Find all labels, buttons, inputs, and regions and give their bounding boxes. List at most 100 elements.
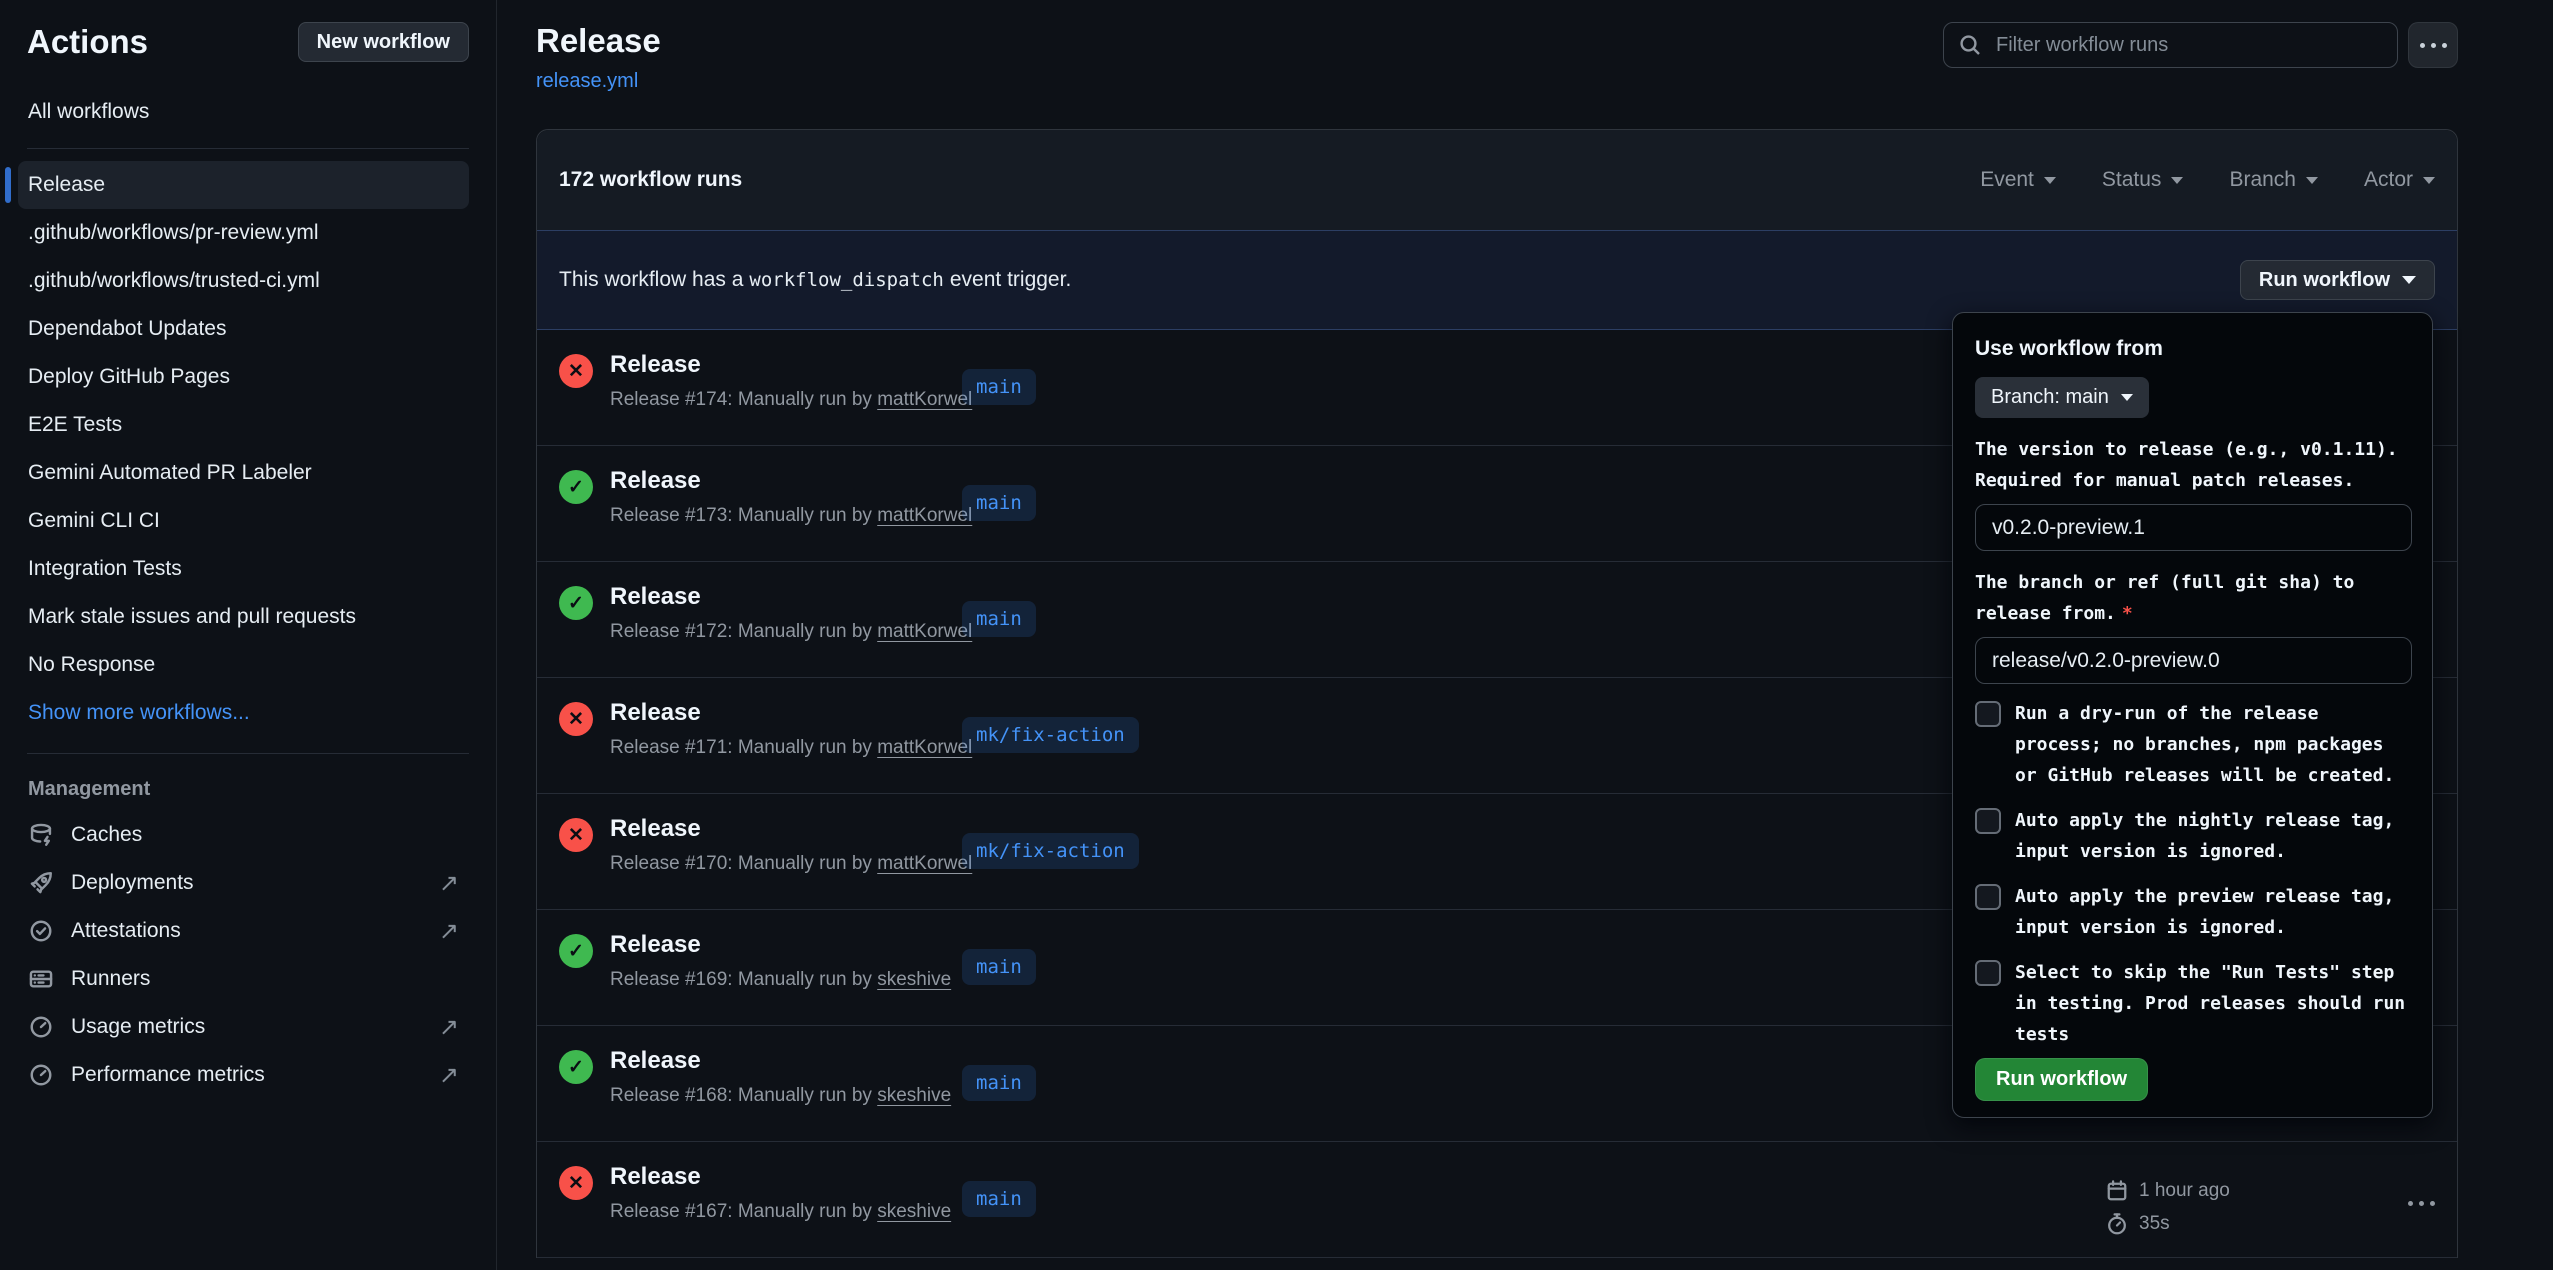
sidebar-item-workflow[interactable]: Gemini CLI CI	[18, 497, 469, 545]
run-title-link[interactable]: Release	[610, 1047, 951, 1075]
checkbox-row: Select to skip the "Run Tests" step in t…	[1975, 957, 2410, 1050]
workflow-items: Release .github/workflows/pr-review.yml …	[18, 161, 469, 737]
input-description: The version to release (e.g., v0.1.11). …	[1975, 434, 2412, 496]
sidebar-item-workflow[interactable]: Integration Tests	[18, 545, 469, 593]
sidebar-item-caches[interactable]: Caches ↗	[18, 811, 469, 859]
run-kebab-button[interactable]	[2408, 1201, 2435, 1236]
sidebar-item-workflow[interactable]: Show more workflows...	[18, 689, 469, 737]
branch-badge[interactable]: main	[962, 949, 1036, 985]
checkbox[interactable]	[1975, 884, 2001, 910]
branch-badge[interactable]: main	[962, 485, 1036, 521]
sidebar-item-workflow[interactable]: E2E Tests	[18, 401, 469, 449]
run-workflow-dropdown-panel: Use workflow from Branch: main The versi…	[1952, 312, 2433, 1118]
run-title-link[interactable]: Release	[610, 351, 972, 379]
branch-badge[interactable]: main	[962, 369, 1036, 405]
run-description: Release #174: Manually run by mattKorwel	[610, 389, 972, 411]
run-workflow-dropdown-button[interactable]: Run workflow	[2240, 260, 2435, 300]
checkbox[interactable]	[1975, 960, 2001, 986]
sidebar-divider	[27, 753, 469, 754]
run-description: Release #171: Manually run by mattKorwel	[610, 737, 972, 759]
branch-badge[interactable]: main	[962, 1181, 1036, 1217]
chevron-down-icon	[2121, 394, 2133, 401]
run-status-icon	[559, 1050, 593, 1084]
run-status-icon	[559, 702, 593, 736]
actor-link[interactable]: skeshive	[877, 1085, 951, 1106]
meter-icon	[28, 1014, 54, 1040]
sidebar-item-runners[interactable]: Runners ↗	[18, 955, 469, 1003]
sidebar-item-workflow[interactable]: Release	[18, 161, 469, 209]
workflow-file-link[interactable]: release.yml	[536, 70, 638, 93]
checkbox-row: Auto apply the nightly release tag, inpu…	[1975, 805, 2410, 867]
run-status-icon	[559, 586, 593, 620]
server-icon	[28, 966, 54, 992]
filter-dropdown[interactable]: Status	[2102, 168, 2184, 192]
sidebar-item-workflow[interactable]: .github/workflows/pr-review.yml	[18, 209, 469, 257]
actor-link[interactable]: mattKorwel	[877, 389, 972, 410]
branch-badge[interactable]: main	[962, 601, 1036, 637]
meter-icon	[28, 1062, 54, 1088]
filter-label: Branch	[2229, 168, 2296, 192]
sidebar-item-workflow[interactable]: Dependabot Updates	[18, 305, 469, 353]
external-link-icon: ↗	[439, 869, 459, 898]
filter-dropdown[interactable]: Actor	[2364, 168, 2435, 192]
run-title-link[interactable]: Release	[610, 1163, 951, 1191]
branch-badge[interactable]: mk/fix-action	[962, 717, 1139, 753]
cache-icon	[28, 822, 54, 848]
workflow-input[interactable]	[1975, 504, 2412, 551]
actor-link[interactable]: skeshive	[877, 969, 951, 990]
run-title-link[interactable]: Release	[610, 467, 972, 495]
filter-workflow-runs-box	[1943, 22, 2398, 68]
sidebar-item-label: No Response	[28, 653, 155, 677]
checkbox[interactable]	[1975, 701, 2001, 727]
sidebar-item-label: E2E Tests	[28, 413, 122, 437]
sidebar-item-usage-metrics[interactable]: Usage metrics ↗	[18, 1003, 469, 1051]
sidebar-item-workflow[interactable]: No Response	[18, 641, 469, 689]
sidebar-item-workflow[interactable]: .github/workflows/trusted-ci.yml	[18, 257, 469, 305]
sidebar-item-workflow[interactable]: Gemini Automated PR Labeler	[18, 449, 469, 497]
branch-badge[interactable]: main	[962, 1065, 1036, 1101]
workflow-input[interactable]	[1975, 637, 2412, 684]
sidebar-item-label: Runners	[71, 967, 150, 991]
run-workflow-submit-button[interactable]: Run workflow	[1975, 1058, 2148, 1101]
checkbox[interactable]	[1975, 808, 2001, 834]
actor-link[interactable]: mattKorwel	[877, 621, 972, 642]
run-status-icon	[559, 818, 593, 852]
new-workflow-button[interactable]: New workflow	[298, 22, 469, 62]
sidebar-item-workflow[interactable]: Mark stale issues and pull requests	[18, 593, 469, 641]
run-description: Release #172: Manually run by mattKorwel	[610, 621, 972, 643]
sidebar-item-label: .github/workflows/trusted-ci.yml	[28, 269, 320, 293]
branch-badge[interactable]: mk/fix-action	[962, 833, 1139, 869]
branch-select-button[interactable]: Branch: main	[1975, 377, 2149, 418]
sidebar-item-performance-metrics[interactable]: Performance metrics ↗	[18, 1051, 469, 1099]
external-link-icon: ↗	[439, 917, 459, 946]
workflow-run-row: Release Release #167: Manually run by sk…	[537, 1142, 2457, 1258]
input-description: The branch or ref (full git sha) to rele…	[1975, 567, 2412, 629]
actor-link[interactable]: skeshive	[877, 1201, 951, 1222]
sidebar-item-attestations[interactable]: Attestations ↗	[18, 907, 469, 955]
run-title-link[interactable]: Release	[610, 815, 972, 843]
filter-dropdown[interactable]: Branch	[2229, 168, 2318, 192]
filter-dropdown[interactable]: Event	[1980, 168, 2056, 192]
sidebar-item-all-workflows[interactable]: All workflows	[18, 88, 469, 136]
sidebar-item-label: Usage metrics	[71, 1015, 205, 1039]
run-title-link[interactable]: Release	[610, 699, 972, 727]
stopwatch-icon	[2105, 1212, 2129, 1236]
run-status-icon	[559, 354, 593, 388]
sidebar-item-label: Integration Tests	[28, 557, 182, 581]
actions-sidebar: Actions New workflow All workflows Relea…	[0, 0, 497, 1270]
actor-link[interactable]: mattKorwel	[877, 505, 972, 526]
run-description: Release #170: Manually run by mattKorwel	[610, 853, 972, 875]
actor-link[interactable]: mattKorwel	[877, 737, 972, 758]
actor-link[interactable]: mattKorwel	[877, 853, 972, 874]
sidebar-item-workflow[interactable]: Deploy GitHub Pages	[18, 353, 469, 401]
verified-icon	[28, 918, 54, 944]
run-title-link[interactable]: Release	[610, 931, 951, 959]
page-kebab-button[interactable]	[2408, 22, 2458, 68]
sidebar-item-deployments[interactable]: Deployments ↗	[18, 859, 469, 907]
calendar-icon	[2105, 1179, 2129, 1203]
filter-workflow-runs-input[interactable]	[1943, 22, 2398, 68]
run-title-link[interactable]: Release	[610, 583, 972, 611]
run-duration: 35s	[2105, 1212, 2230, 1236]
management-section-label: Management	[18, 764, 469, 811]
sidebar-item-label: Deploy GitHub Pages	[28, 365, 230, 389]
